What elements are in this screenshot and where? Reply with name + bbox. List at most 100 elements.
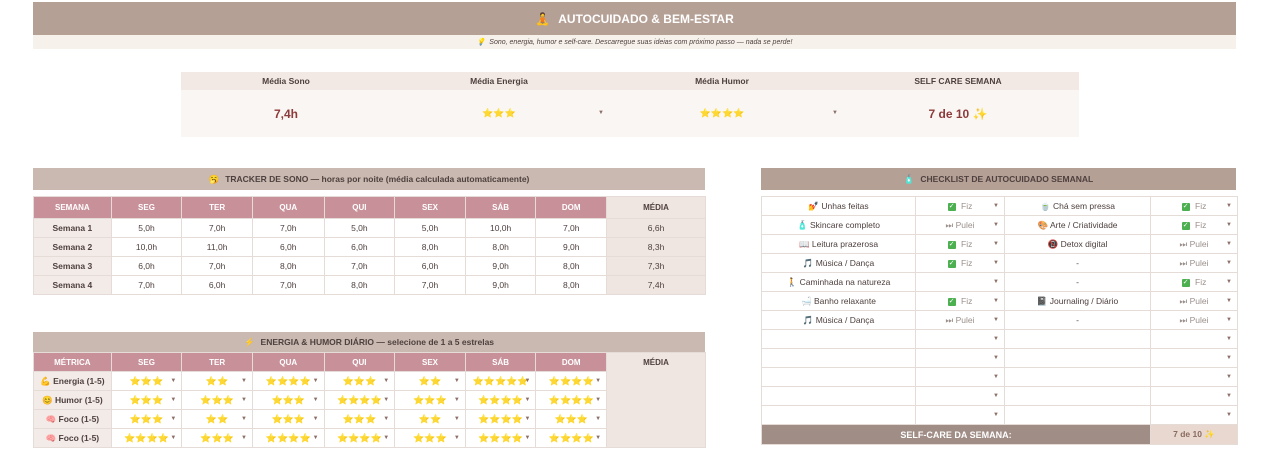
chevron-down-icon[interactable]: ▼ [993,336,999,342]
chevron-down-icon[interactable]: ▼ [595,435,601,441]
status-dropdown[interactable]: ▼ [1150,367,1238,387]
rating-dropdown[interactable]: ⭐⭐ ▼ [394,409,466,429]
chevron-down-icon[interactable]: ▼ [524,378,530,384]
rating-dropdown[interactable]: ⭐⭐⭐ ▼ [181,390,253,410]
rating-dropdown[interactable]: ⭐⭐⭐ ▼ [323,371,396,391]
chevron-down-icon[interactable]: ▼ [454,378,460,384]
rating-dropdown[interactable]: ⭐⭐⭐⭐ ▼ [251,428,325,448]
sleep-cell[interactable]: 6,0h [181,275,253,295]
chevron-down-icon[interactable]: ▼ [993,355,999,361]
status-dropdown[interactable]: ▼ [1150,348,1238,368]
chevron-down-icon[interactable]: ▼ [1226,355,1232,361]
chevron-down-icon[interactable]: ▼ [595,397,601,403]
chevron-down-icon[interactable]: ▼ [1226,298,1232,304]
chevron-down-icon[interactable]: ▼ [524,416,530,422]
chevron-down-icon[interactable]: ▼ [1226,393,1232,399]
sleep-cell[interactable]: 5,0h [394,218,466,238]
chevron-down-icon[interactable]: ▼ [170,378,176,384]
chevron-down-icon[interactable]: ▼ [524,435,530,441]
chevron-down-icon[interactable]: ▼ [241,435,247,441]
sleep-cell[interactable]: 8,0h [251,256,325,276]
rating-dropdown[interactable]: ⭐⭐⭐ ▼ [394,390,466,410]
sleep-cell[interactable]: 10,0h [464,218,537,238]
chevron-down-icon[interactable]: ▼ [993,412,999,418]
status-dropdown[interactable]: ⏭ Pulei ▼ [1150,253,1238,273]
chevron-down-icon[interactable]: ▼ [1226,279,1232,285]
chevron-down-icon[interactable]: ▼ [1226,260,1232,266]
chevron-down-icon[interactable]: ▼ [1226,317,1232,323]
chevron-down-icon[interactable]: ▼ [313,416,319,422]
rating-dropdown[interactable]: ⭐⭐⭐⭐ ▼ [464,428,537,448]
sleep-cell[interactable]: 8,0h [464,237,537,257]
rating-dropdown[interactable]: ⭐⭐⭐⭐ ▼ [464,409,537,429]
status-dropdown[interactable]: ▼ [1150,329,1238,349]
sleep-cell[interactable]: 8,0h [535,256,608,276]
status-dropdown[interactable]: ▼ [915,348,1005,368]
rating-dropdown[interactable]: ⭐⭐⭐ ▼ [535,409,608,429]
chevron-down-icon[interactable]: ▼ [993,393,999,399]
rating-dropdown[interactable]: ⭐⭐⭐ ▼ [251,409,325,429]
sleep-cell[interactable]: 6,0h [323,237,396,257]
sleep-cell[interactable]: 7,0h [323,256,396,276]
chevron-down-icon[interactable]: ▼ [383,378,389,384]
chevron-down-icon[interactable]: ▼ [313,378,319,384]
chevron-down-icon[interactable]: ▼ [313,435,319,441]
sleep-cell[interactable]: 7,0h [181,256,253,276]
rating-dropdown[interactable]: ⭐⭐⭐ ▼ [394,428,466,448]
sleep-cell[interactable]: 7,0h [535,218,608,238]
sleep-cell[interactable]: 7,0h [181,218,253,238]
chevron-down-icon[interactable]: ▼ [993,374,999,380]
sleep-cell[interactable]: 5,0h [323,218,396,238]
chevron-down-icon[interactable]: ▼ [598,110,604,116]
chevron-down-icon[interactable]: ▼ [170,435,176,441]
rating-dropdown[interactable]: ⭐⭐⭐⭐ ▼ [535,390,608,410]
sleep-cell[interactable]: 9,0h [464,275,537,295]
rating-dropdown[interactable]: ⭐⭐ ▼ [181,409,253,429]
status-dropdown[interactable]: ✓ Fiz ▼ [915,291,1005,311]
status-dropdown[interactable]: ⏭ Pulei ▼ [915,310,1005,330]
sleep-cell[interactable]: 6,0h [394,256,466,276]
chevron-down-icon[interactable]: ▼ [454,397,460,403]
sleep-cell[interactable]: 7,0h [394,275,466,295]
status-dropdown[interactable]: ✓ Fiz ▼ [1150,215,1238,235]
chevron-down-icon[interactable]: ▼ [454,435,460,441]
sleep-cell[interactable]: 9,0h [535,237,608,257]
rating-dropdown[interactable]: ⭐⭐⭐⭐ ▼ [464,390,537,410]
status-dropdown[interactable]: ⏭ Pulei ▼ [1150,234,1238,254]
sleep-cell[interactable]: 10,0h [110,237,183,257]
chevron-down-icon[interactable]: ▼ [993,241,999,247]
sleep-cell[interactable]: 8,0h [323,275,396,295]
sleep-cell[interactable]: 7,0h [251,275,325,295]
rating-dropdown[interactable]: ⭐⭐⭐ ▼ [110,371,183,391]
chevron-down-icon[interactable]: ▼ [383,397,389,403]
chevron-down-icon[interactable]: ▼ [1226,222,1232,228]
status-dropdown[interactable]: ⏭ Pulei ▼ [1150,310,1238,330]
status-dropdown[interactable]: ▼ [915,405,1005,425]
status-dropdown[interactable]: ▼ [1150,405,1238,425]
chevron-down-icon[interactable]: ▼ [1226,374,1232,380]
chevron-down-icon[interactable]: ▼ [1226,336,1232,342]
rating-dropdown[interactable]: ⭐⭐⭐ ▼ [110,409,183,429]
chevron-down-icon[interactable]: ▼ [241,378,247,384]
chevron-down-icon[interactable]: ▼ [313,397,319,403]
chevron-down-icon[interactable]: ▼ [383,416,389,422]
status-dropdown[interactable]: ▼ [915,386,1005,406]
rating-dropdown[interactable]: ⭐⭐⭐⭐ ▼ [535,371,608,391]
chevron-down-icon[interactable]: ▼ [993,279,999,285]
sleep-cell[interactable]: 11,0h [181,237,253,257]
chevron-down-icon[interactable]: ▼ [170,397,176,403]
status-dropdown[interactable]: ▼ [1150,386,1238,406]
rating-dropdown[interactable]: ⭐⭐⭐⭐⭐ ▼ [464,371,537,391]
rating-dropdown[interactable]: ⭐⭐⭐ ▼ [323,409,396,429]
status-dropdown[interactable]: ▼ [915,367,1005,387]
chevron-down-icon[interactable]: ▼ [1226,241,1232,247]
rating-dropdown[interactable]: ⭐⭐ ▼ [181,371,253,391]
rating-dropdown[interactable]: ⭐⭐ ▼ [394,371,466,391]
sleep-cell[interactable]: 7,0h [251,218,325,238]
rating-dropdown[interactable]: ⭐⭐⭐⭐ ▼ [323,428,396,448]
chevron-down-icon[interactable]: ▼ [993,298,999,304]
status-dropdown[interactable]: ✓ Fiz ▼ [915,253,1005,273]
sleep-cell[interactable]: 9,0h [464,256,537,276]
rating-dropdown[interactable]: ⭐⭐⭐ ▼ [110,390,183,410]
rating-dropdown[interactable]: ⭐⭐⭐⭐ ▼ [535,428,608,448]
